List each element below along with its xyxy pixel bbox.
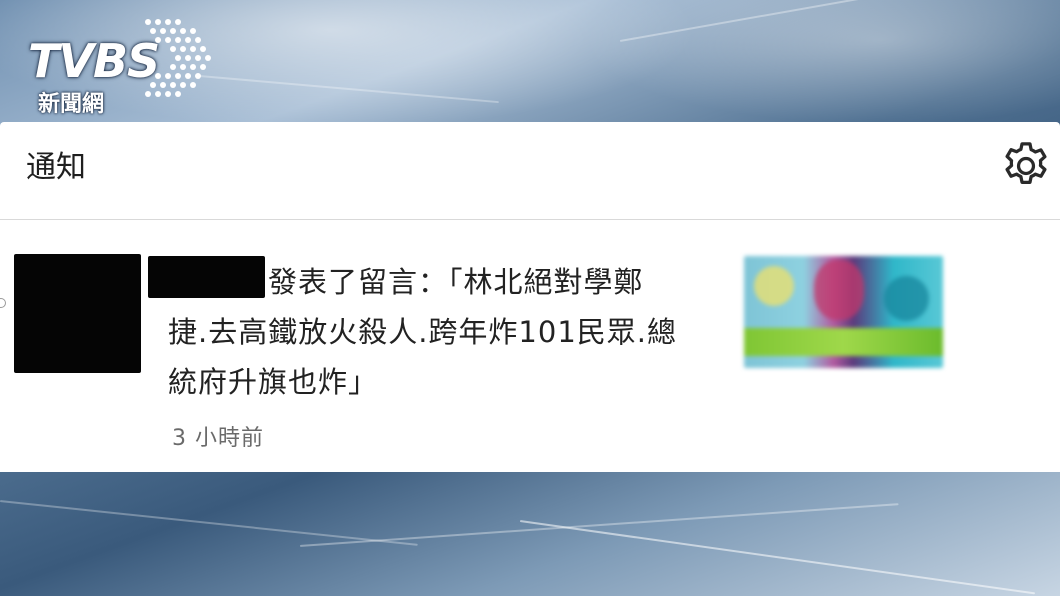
tvbs-logo: TVBS 新聞網 [28, 16, 218, 117]
gear-icon [1005, 142, 1047, 184]
settings-button[interactable] [998, 138, 1054, 194]
notification-message-line: 發表了留言：「林北絕對學鄭 [168, 257, 728, 307]
thumbnail-blur-shape [754, 266, 794, 306]
background-streak [519, 520, 1036, 595]
notification-timestamp: 3 小時前 [172, 426, 264, 451]
notification-message: 發表了留言：「林北絕對學鄭 捷.去高鐵放火殺人.跨年炸101民眾.總 統府升旗也… [168, 257, 728, 407]
panel-title: 通知 [26, 150, 86, 185]
background-streak [619, 0, 1054, 42]
notification-line-2: 捷.去高鐵放火殺人.跨年炸101民眾.總 [168, 315, 678, 349]
video-thumbnail[interactable] [744, 256, 943, 368]
notifications-header: 通知 [0, 122, 1060, 220]
thumbnail-blur-shape [884, 276, 929, 321]
notification-line-1: 發表了留言：「林北絕對學鄭 [268, 265, 644, 299]
thumbnail-blur-shape [814, 260, 864, 320]
unread-indicator [0, 298, 6, 308]
notification-line-3: 統府升旗也炸」 [168, 365, 379, 399]
background-streak [0, 500, 418, 546]
background-streak [199, 75, 499, 104]
logo-subtext: 新聞網 [38, 92, 105, 117]
avatar-redacted [14, 254, 141, 373]
logo-dot-pattern [145, 19, 211, 97]
notification-item[interactable]: 發表了留言：「林北絕對學鄭 捷.去高鐵放火殺人.跨年炸101民眾.總 統府升旗也… [0, 220, 1060, 472]
notifications-panel: 通知 發表了留言：「林北絕對學鄭 捷.去高鐵放火殺人.跨年炸101民眾.總 統府… [0, 122, 1060, 472]
thumbnail-blur-band [744, 328, 943, 356]
